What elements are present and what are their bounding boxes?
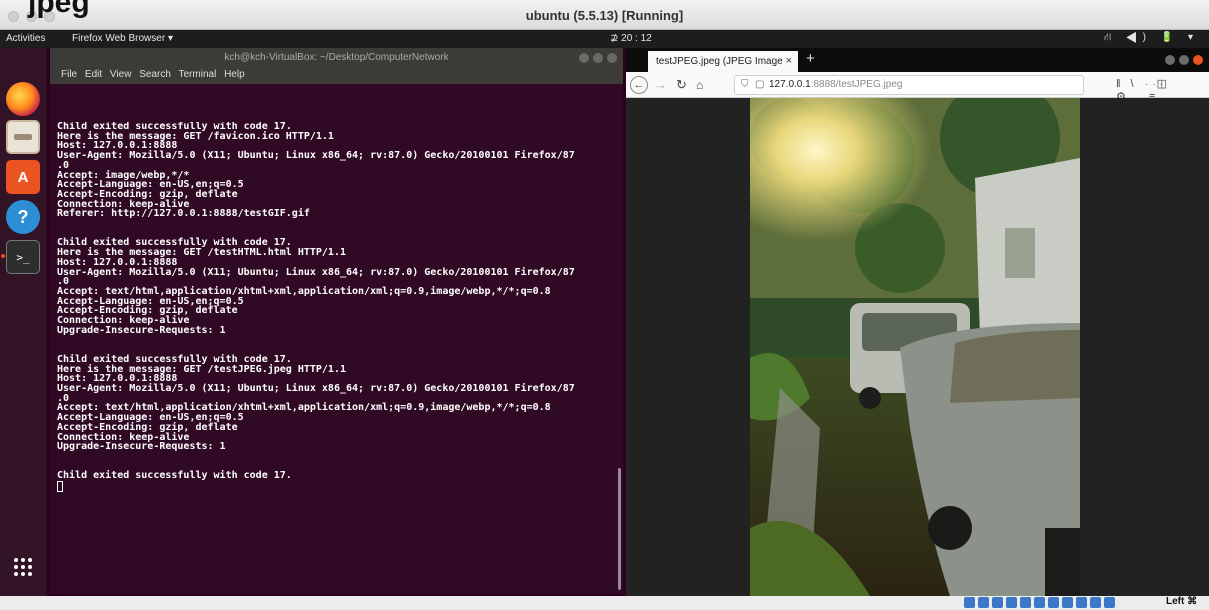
back-button[interactable]: ←: [630, 76, 648, 94]
system-tray[interactable]: ⛙ ◀) 🔋 ▾: [1104, 32, 1199, 45]
navigation-toolbar: ← → ↻ ⌂ ⛉ ▢ 127.0.0.1:8888/testJPEG.jpeg…: [626, 72, 1209, 126]
terminal-line: Referer: http://127.0.0.1:8888/testGIF.g…: [57, 208, 310, 220]
page-info-icon[interactable]: ▢: [755, 76, 764, 94]
files-icon[interactable]: [6, 120, 40, 154]
reload-button[interactable]: ↻: [676, 76, 687, 94]
show-applications-icon[interactable]: [14, 558, 32, 576]
close-icon[interactable]: [607, 53, 617, 63]
url-bar[interactable]: ⛉ ▢ 127.0.0.1:8888/testJPEG.jpeg ··· ♡ ☆: [734, 75, 1163, 126]
app-menu-label: Firefox Web Browser ▾: [72, 33, 173, 44]
minimize-icon[interactable]: [1165, 55, 1175, 65]
optical-drive-icon[interactable]: [964, 597, 975, 608]
browser-viewport: [626, 98, 1209, 596]
terminal-menubar: File Edit View Search Terminal Help: [50, 68, 623, 84]
help-icon[interactable]: ?: [6, 200, 40, 234]
terminal-line: Upgrade-Insecure-Requests: 1: [57, 324, 226, 336]
url-host: 127.0.0.1: [769, 79, 811, 90]
terminal-line: User-Agent: Mozilla/5.0 (X11; Ubuntu; Li…: [57, 150, 575, 162]
keyboard-icon[interactable]: [1104, 597, 1115, 608]
shared-folder-icon[interactable]: [1034, 597, 1045, 608]
text-cursor: [57, 481, 63, 493]
menu-view[interactable]: View: [110, 69, 132, 80]
app-menu[interactable]: Firefox Web Browser ▾: [72, 33, 707, 60]
audio-icon[interactable]: [992, 597, 1003, 608]
tab-title: testJPEG.jpeg (JPEG Image: [656, 56, 783, 67]
menu-search[interactable]: Search: [139, 69, 171, 80]
url-text[interactable]: 127.0.0.1:8888/testJPEG.jpeg: [769, 76, 902, 94]
menu-terminal[interactable]: Terminal: [179, 69, 217, 80]
vm-device-icons[interactable]: [964, 597, 1115, 608]
terminal-line: Upgrade-Insecure-Requests: 1: [57, 441, 226, 453]
maximize-icon[interactable]: [593, 53, 603, 63]
recording-icon[interactable]: [1062, 597, 1073, 608]
software-center-icon[interactable]: A: [6, 160, 40, 194]
menu-edit[interactable]: Edit: [85, 69, 102, 80]
dock: A ? >_: [0, 48, 47, 596]
terminal-window[interactable]: kch@kch-VirtualBox: ~/Desktop/ComputerNe…: [50, 48, 623, 594]
tracking-shield-icon[interactable]: ⛉: [741, 76, 749, 94]
terminal-line: User-Agent: Mozilla/5.0 (X11; Ubuntu; Li…: [57, 382, 575, 394]
home-button[interactable]: ⌂: [696, 76, 703, 94]
terminal-output[interactable]: Child exited successfully with code 17. H…: [57, 122, 617, 590]
display-icon[interactable]: [1048, 597, 1059, 608]
tab-close-icon[interactable]: ×: [786, 51, 792, 72]
new-tab-button[interactable]: +: [806, 50, 815, 67]
tab-strip: testJPEG.jpeg (JPEG Image × +: [626, 48, 1209, 72]
firefox-window-controls[interactable]: [1165, 55, 1203, 65]
tab-testjpeg[interactable]: testJPEG.jpeg (JPEG Image ×: [648, 51, 798, 72]
vm-window-titlebar: jpeg ubuntu (5.5.13) [Running]: [0, 0, 1209, 30]
terminal-icon[interactable]: >_: [6, 240, 40, 274]
host-key-label: Left ⌘: [1166, 596, 1198, 607]
usb-icon[interactable]: [1020, 597, 1031, 608]
terminal-cursor-line: [57, 481, 617, 493]
clock[interactable]: ⊉ 20 : 12: [610, 33, 652, 44]
terminal-line: User-Agent: Mozilla/5.0 (X11; Ubuntu; Li…: [57, 266, 575, 278]
terminal-titlebar: kch@kch-VirtualBox: ~/Desktop/ComputerNe…: [50, 48, 623, 68]
cpu-icon[interactable]: [1076, 597, 1087, 608]
terminal-line: Child exited successfully with code 17.: [57, 470, 292, 482]
running-indicator: [1, 254, 5, 258]
terminal-scrollbar[interactable]: [618, 468, 621, 590]
minimize-icon[interactable]: [579, 53, 589, 63]
displayed-jpeg-image[interactable]: [750, 98, 1080, 596]
vm-window-title: ubuntu (5.5.13) [Running]: [525, 8, 684, 23]
activities-button[interactable]: Activities: [6, 33, 45, 44]
vm-status-bar: Left ⌘: [0, 596, 1209, 610]
terminal-title: kch@kch-VirtualBox: ~/Desktop/ComputerNe…: [224, 52, 449, 63]
url-path: :8888/testJPEG.jpeg: [810, 79, 903, 90]
firefox-window: testJPEG.jpeg (JPEG Image × + ← → ↻ ⌂ ⛉ …: [626, 48, 1209, 596]
mouse-integration-icon[interactable]: [1090, 597, 1101, 608]
gnome-top-bar: Activities Firefox Web Browser ▾ ⊉ 20 : …: [0, 30, 1209, 60]
menu-file[interactable]: File: [61, 69, 77, 80]
ubuntu-desktop: Activities Firefox Web Browser ▾ ⊉ 20 : …: [0, 30, 1209, 596]
forward-button[interactable]: →: [654, 76, 667, 94]
close-icon[interactable]: [1193, 55, 1203, 65]
network-icon[interactable]: [1006, 597, 1017, 608]
photo-illustration: [750, 98, 1080, 596]
hard-disk-icon[interactable]: [978, 597, 989, 608]
terminal-window-controls[interactable]: [579, 53, 617, 63]
menu-help[interactable]: Help: [224, 69, 245, 80]
firefox-icon[interactable]: [6, 82, 40, 116]
maximize-icon[interactable]: [1179, 55, 1189, 65]
